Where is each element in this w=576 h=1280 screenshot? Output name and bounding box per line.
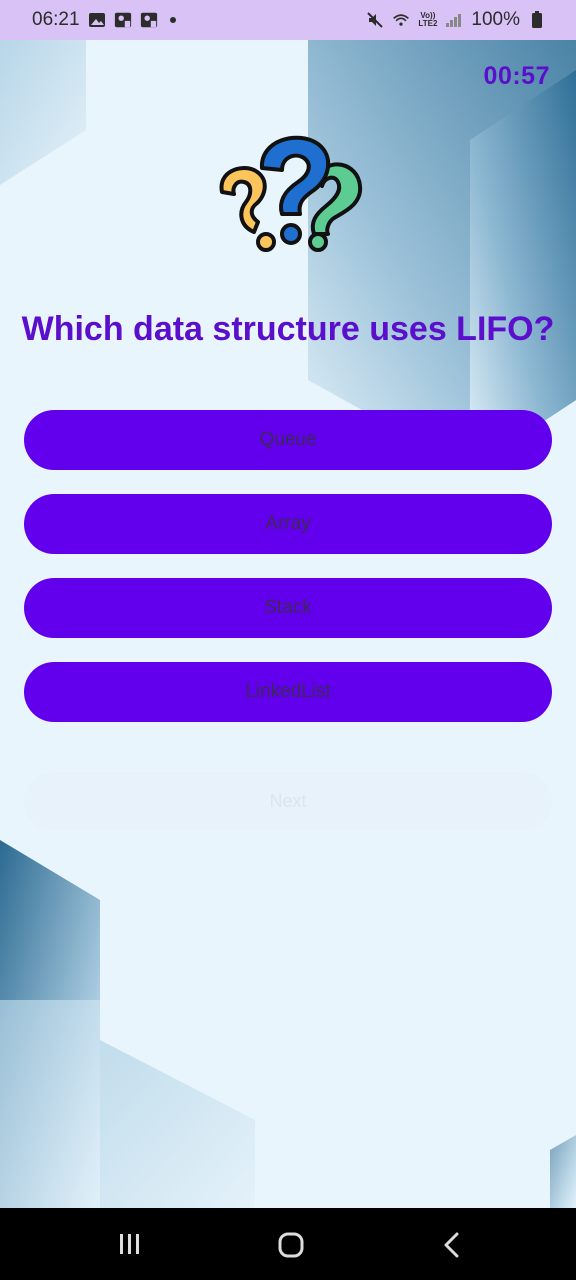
- question-marks-icon: [219, 135, 363, 252]
- answer-options: Queue Array Stack LinkedList: [24, 410, 552, 746]
- option-button-array[interactable]: Array: [24, 494, 552, 554]
- battery-percent: 100%: [471, 9, 520, 30]
- recent-apps-icon[interactable]: [118, 1232, 142, 1261]
- lte-indicator: Vo)) LTE2: [418, 12, 437, 28]
- battery-icon: [528, 11, 546, 29]
- back-icon[interactable]: [442, 1232, 462, 1263]
- option-button-linkedlist[interactable]: LinkedList: [24, 662, 552, 722]
- gallery-icon: [88, 11, 106, 29]
- status-bar: 06:21 Vo)) LTE2 100%: [0, 0, 576, 40]
- wifi-icon: [392, 11, 410, 29]
- home-icon[interactable]: [278, 1232, 304, 1263]
- next-button[interactable]: Next: [24, 772, 552, 830]
- facebook-icon: [140, 11, 158, 29]
- notification-dot: [169, 17, 176, 23]
- navigation-bar: [0, 1208, 576, 1280]
- signal-icon: [445, 11, 463, 29]
- network-label: LTE2: [418, 19, 438, 28]
- mute-icon: [366, 11, 384, 29]
- question-text: Which data structure uses LIFO?: [21, 310, 555, 348]
- facebook-icon: [114, 11, 132, 29]
- option-button-queue[interactable]: Queue: [24, 410, 552, 470]
- status-time: 06:21: [32, 9, 80, 30]
- option-button-stack[interactable]: Stack: [24, 578, 552, 638]
- quiz-timer: 00:57: [483, 62, 550, 90]
